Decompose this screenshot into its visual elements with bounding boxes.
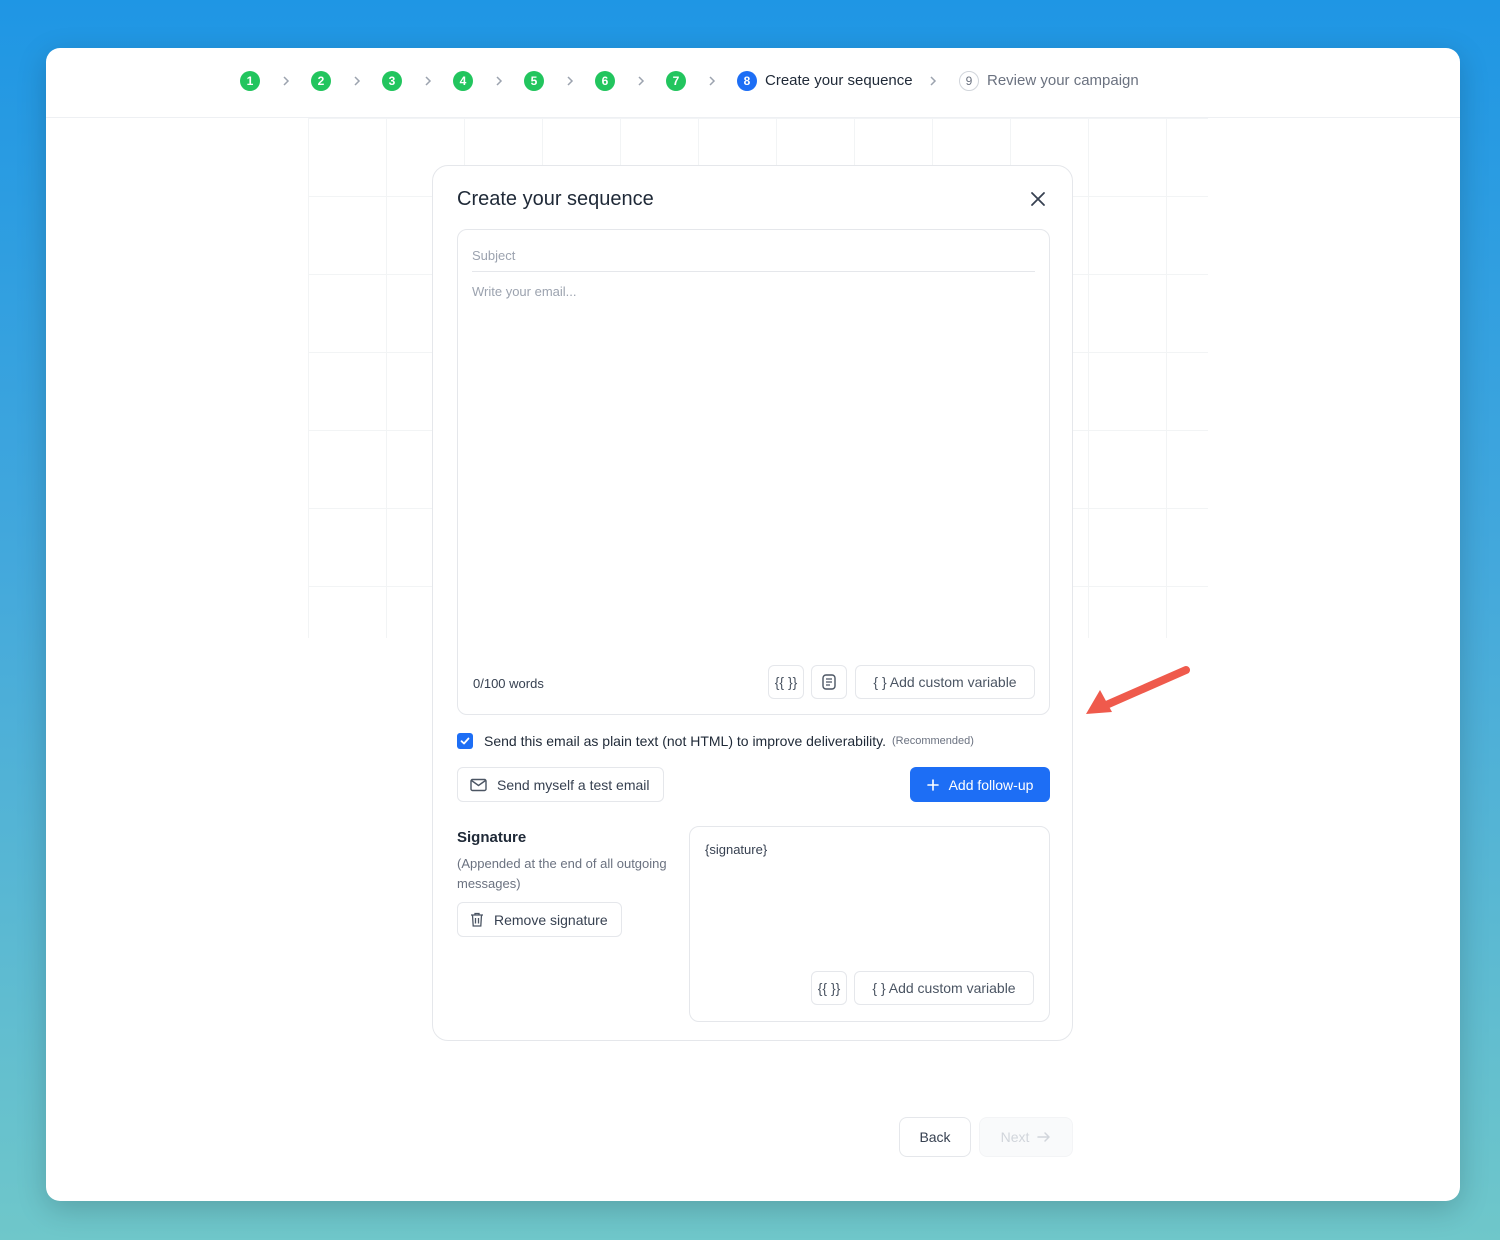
signature-description: (Appended at the end of all outgoing mes… — [457, 856, 667, 891]
plain-text-option: Send this email as plain text (not HTML)… — [457, 732, 974, 750]
plus-icon — [926, 778, 939, 791]
signature-editor[interactable]: {signature} {{ }} { } Add custom variabl… — [689, 826, 1050, 1022]
create-sequence-modal: Create your sequence 0/100 words {{ }} {… — [432, 165, 1073, 1041]
step-9[interactable]: 9 — [959, 71, 979, 91]
chevron-right-icon — [567, 76, 574, 86]
plain-text-label: Send this email as plain text (not HTML)… — [484, 733, 887, 749]
trash-icon — [471, 912, 483, 927]
step-4[interactable]: 4 — [453, 71, 473, 91]
step-8[interactable]: 8 — [737, 71, 757, 91]
send-test-email-button[interactable]: Send myself a test email — [457, 767, 664, 802]
chevron-right-icon — [496, 76, 503, 86]
template-button[interactable] — [811, 665, 847, 699]
chevron-right-icon — [425, 76, 432, 86]
document-icon — [822, 674, 836, 690]
step-2[interactable]: 2 — [311, 71, 331, 91]
add-follow-up-label: Add follow-up — [948, 776, 1034, 793]
signature-variable-braces-label: {{ }} — [817, 980, 841, 996]
send-test-email-label: Send myself a test email — [497, 776, 650, 793]
step-8-label: Create your sequence — [765, 72, 913, 89]
chevron-right-icon — [354, 76, 361, 86]
signature-value: {signature} — [705, 842, 768, 857]
email-body-input[interactable] — [472, 284, 1035, 650]
variable-braces-label: {{ }} — [774, 674, 798, 690]
chevron-right-icon — [930, 76, 937, 86]
annotation-arrow-icon — [1086, 666, 1190, 714]
chevron-right-icon — [638, 76, 645, 86]
plain-text-checkbox[interactable] — [457, 733, 473, 749]
step-3[interactable]: 3 — [382, 71, 402, 91]
step-7[interactable]: 7 — [666, 71, 686, 91]
insert-variable-button[interactable]: {{ }} — [768, 665, 804, 699]
step-1[interactable]: 1 — [240, 71, 260, 91]
chevron-right-icon — [709, 76, 716, 86]
recommended-note: (Recommended) — [892, 735, 974, 747]
next-button[interactable]: Next — [979, 1117, 1073, 1157]
signature-insert-variable-button[interactable]: {{ }} — [811, 971, 847, 1005]
step-9-label: Review your campaign — [987, 72, 1139, 89]
email-editor: 0/100 words {{ }} { } Add custom variabl… — [457, 229, 1050, 715]
chevron-right-icon — [283, 76, 290, 86]
word-count: 0/100 words — [473, 676, 544, 691]
signature-add-custom-variable-label: { } Add custom variable — [872, 980, 1016, 996]
step-6[interactable]: 6 — [595, 71, 615, 91]
arrow-right-icon — [1037, 1132, 1051, 1142]
add-custom-variable-button[interactable]: { } Add custom variable — [855, 665, 1035, 699]
next-label: Next — [1000, 1129, 1030, 1145]
close-icon[interactable] — [1027, 188, 1049, 210]
envelope-icon — [470, 778, 487, 791]
app-window: 1 2 3 4 5 6 7 8 Create your sequence 9 R… — [46, 48, 1460, 1201]
signature-title: Signature — [457, 829, 527, 846]
add-custom-variable-label: { } Add custom variable — [873, 674, 1017, 690]
campaign-stepper: 1 2 3 4 5 6 7 8 Create your sequence 9 R… — [46, 48, 1460, 118]
add-follow-up-button[interactable]: Add follow-up — [910, 767, 1050, 802]
modal-title: Create your sequence — [457, 188, 654, 210]
remove-signature-button[interactable]: Remove signature — [457, 902, 622, 937]
subject-input[interactable] — [472, 240, 1035, 272]
remove-signature-label: Remove signature — [494, 911, 608, 928]
step-5[interactable]: 5 — [524, 71, 544, 91]
signature-add-custom-variable-button[interactable]: { } Add custom variable — [854, 971, 1034, 1005]
back-button[interactable]: Back — [899, 1117, 971, 1157]
check-icon — [460, 737, 470, 745]
